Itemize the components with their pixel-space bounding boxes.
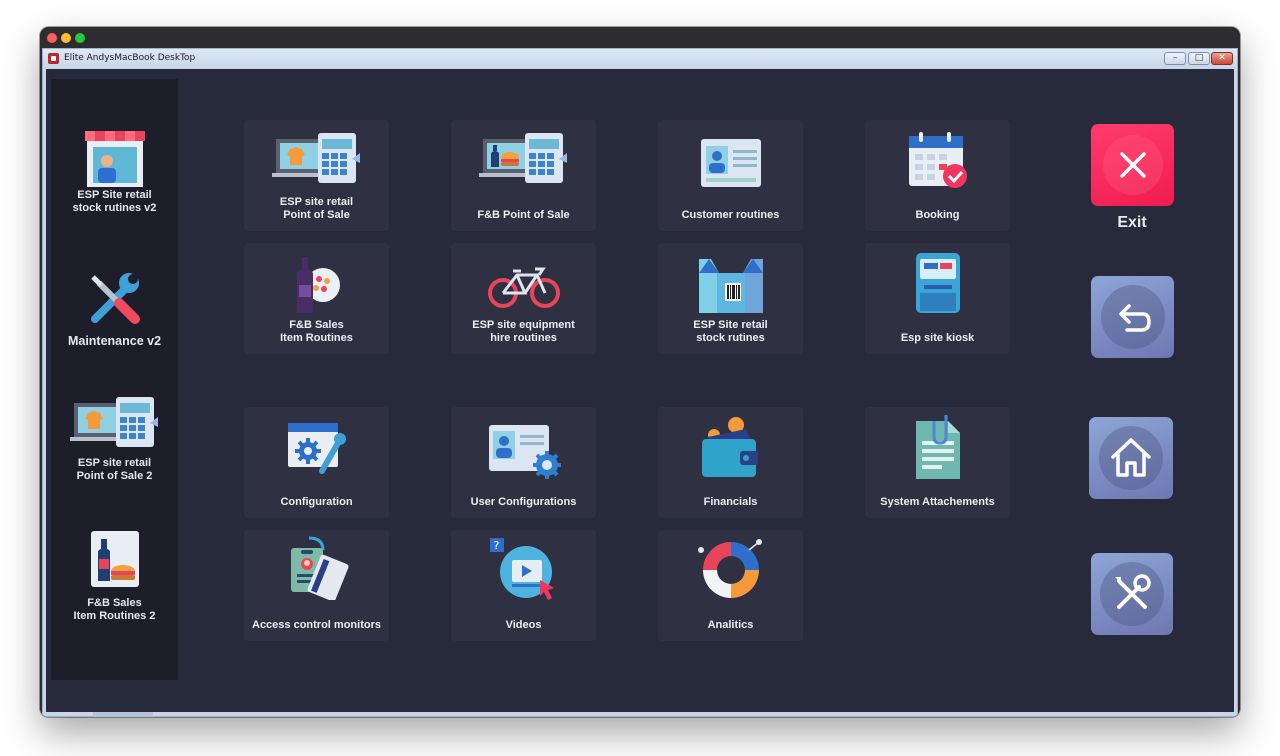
exit-button[interactable] [1091, 124, 1174, 206]
wine-burger-icon [90, 531, 139, 587]
id-card-icon [700, 139, 761, 187]
tile-label: F&B Point of Sale [477, 209, 570, 221]
close-button[interactable]: ✕ [1211, 52, 1233, 65]
access-badge-icon [290, 536, 348, 600]
tile-label: Booking [915, 209, 960, 221]
wine-plate-icon [296, 257, 340, 313]
app-window: Elite AndysMacBook DeskTop – □ ✕ ESP Sit… [42, 48, 1238, 717]
tile-equipment-hire[interactable]: ESP site equipment hire routines [451, 243, 596, 354]
minimize-button[interactable]: – [1164, 52, 1186, 65]
tools-button[interactable] [1091, 553, 1173, 635]
tile-label: Analitics [707, 619, 754, 631]
sidebar: ESP Site retail stock rutines v2 Mainten… [51, 79, 178, 680]
mac-window: Elite AndysMacBook DeskTop – □ ✕ ESP Sit… [40, 27, 1240, 717]
close-traffic-light[interactable] [47, 33, 57, 43]
calendar-check-icon [908, 132, 967, 188]
tile-access-control[interactable]: Access control monitors [244, 530, 389, 641]
app-logo-icon [48, 53, 59, 64]
tile-configuration[interactable]: Configuration [244, 407, 389, 518]
sidebar-item-label: F&B Sales Item Routines 2 [73, 597, 156, 622]
window-title: Elite AndysMacBook DeskTop [64, 53, 196, 63]
tile-label: User Configurations [470, 496, 577, 508]
home-icon [1111, 438, 1151, 477]
tile-label: Configuration [280, 496, 353, 508]
home-button[interactable] [1089, 417, 1173, 499]
tile-label: ESP site retail Point of Sale [279, 196, 354, 221]
tile-booking[interactable]: Booking [865, 120, 1010, 231]
zoom-traffic-light[interactable] [75, 33, 85, 43]
svg-text:?: ? [493, 539, 499, 552]
tile-label: Videos [505, 619, 542, 631]
retail-pos-icon [69, 397, 158, 447]
tile-label: Access control monitors [252, 619, 381, 631]
tile-label: ESP site equipment hire routines [472, 319, 575, 344]
tile-label: F&B Sales Item Routines [280, 319, 353, 344]
bicycle-icon [487, 267, 560, 308]
tile-label: Customer routines [681, 209, 780, 221]
tile-esp-kiosk[interactable]: Esp site kiosk [865, 243, 1010, 354]
sidebar-item-retail-pos-2[interactable]: ESP site retail Point of Sale 2 [51, 393, 178, 483]
tile-analitics[interactable]: Analitics [658, 530, 803, 641]
sidebar-item-label: ESP site retail Point of Sale 2 [76, 457, 153, 482]
tile-label: System Attachements [880, 496, 995, 508]
exit-label: Exit [1117, 214, 1147, 231]
tile-fnb-item-routines[interactable]: F&B Sales Item Routines [244, 243, 389, 354]
config-gear-icon [287, 423, 346, 474]
user-gear-icon [488, 425, 561, 479]
video-play-icon: ? [489, 538, 554, 600]
app-titlebar: Elite AndysMacBook DeskTop – □ ✕ [43, 49, 1237, 69]
kiosk-icon [915, 253, 960, 313]
tile-user-configurations[interactable]: User Configurations [451, 407, 596, 518]
tile-retail-pos[interactable]: ESP site retail Point of Sale [244, 120, 389, 231]
tools-icon [1115, 574, 1151, 609]
tile-label: Financials [703, 496, 758, 508]
back-button[interactable] [1091, 276, 1174, 358]
tile-customer-routines[interactable]: Customer routines [658, 120, 803, 231]
undo-arrow-icon [1119, 304, 1151, 332]
tile-system-attachements[interactable]: System Attachements [865, 407, 1010, 518]
sidebar-item-label: ESP Site retail stock rutines v2 [72, 189, 157, 214]
sidebar-item-maintenance-v2[interactable]: Maintenance v2 [51, 269, 178, 348]
tile-financials[interactable]: Financials [658, 407, 803, 518]
minimize-traffic-light[interactable] [61, 33, 71, 43]
main-panel: ESP Site retail stock rutines v2 Mainten… [46, 69, 1234, 712]
tile-retail-stock[interactable]: ESP Site retail stock rutines [658, 243, 803, 354]
maximize-button[interactable]: □ [1188, 52, 1210, 65]
storefront-icon [84, 131, 145, 187]
donut-chart-icon [697, 539, 762, 598]
sidebar-item-fnb-routines-2[interactable]: F&B Sales Item Routines 2 [51, 529, 178, 623]
sidebar-item-label: Maintenance v2 [67, 334, 162, 348]
box-barcode-icon [698, 259, 763, 313]
tile-label: ESP Site retail stock rutines [693, 319, 768, 344]
mac-titlebar [40, 27, 1240, 48]
wrench-screwdriver-icon [90, 273, 140, 324]
attachment-doc-icon [915, 415, 960, 479]
tile-videos[interactable]: ? Videos [451, 530, 596, 641]
fnb-pos-icon [478, 133, 567, 183]
tile-fnb-pos[interactable]: F&B Point of Sale [451, 120, 596, 231]
wallet-icon [701, 417, 758, 477]
sidebar-item-retail-stock-v2[interactable]: ESP Site retail stock rutines v2 [51, 127, 178, 215]
window-status-strip [93, 712, 153, 717]
close-icon [1120, 152, 1146, 178]
tile-label: Esp site kiosk [900, 332, 975, 344]
retail-pos-icon [271, 133, 360, 183]
